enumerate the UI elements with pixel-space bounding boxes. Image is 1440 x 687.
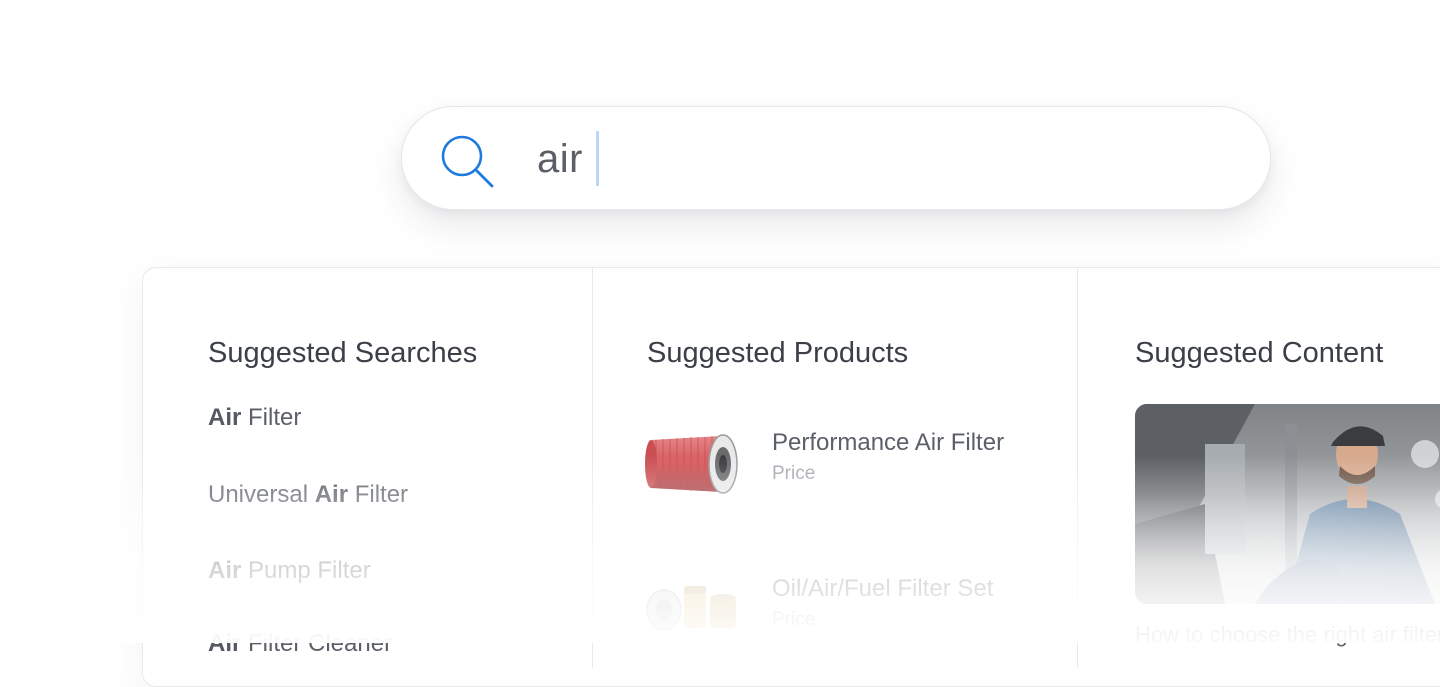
suggestion-match: Air [208,404,242,431]
suggestion-suffix: Filter [348,481,409,508]
suggestion-suffix: Filter [241,404,302,431]
column-divider [592,268,593,668]
search-input[interactable]: air [537,132,583,186]
filter-set-product-image[interactable] [644,580,740,636]
product-name[interactable]: Performance Air Filter [772,429,1004,457]
suggested-products-title: Suggested Products [647,337,909,369]
search-suggestion-item[interactable]: Air Pump Filter [208,557,371,585]
suggestion-match: Air [208,630,242,657]
suggestion-match: Air [314,481,349,508]
suggestion-prefix: Universal [208,481,315,508]
text-caret [596,131,599,186]
search-icon[interactable] [437,131,497,191]
product-price: Price [772,609,816,630]
suggestion-match: Air [208,557,242,584]
product-name[interactable]: Oil/Air/Fuel Filter Set [772,575,993,603]
search-suggestion-item[interactable]: Air Filter [208,404,301,432]
suggestion-suffix: Pump Filter [241,557,371,584]
suggested-content-title: Suggested Content [1135,337,1384,369]
suggested-searches-title: Suggested Searches [208,337,478,369]
content-caption[interactable]: How to choose the right air filter [1135,622,1440,648]
search-suggestion-item[interactable]: Universal Air Filter [208,481,408,509]
content-video-thumbnail[interactable] [1135,404,1440,604]
product-price: Price [772,463,816,484]
air-filter-product-image[interactable] [641,430,741,498]
suggestion-suffix: Filter Cleaner [241,630,393,657]
search-suggestion-item[interactable]: Air Filter Cleaner [208,630,392,658]
column-divider [1077,268,1078,668]
search-bar[interactable] [401,106,1271,210]
